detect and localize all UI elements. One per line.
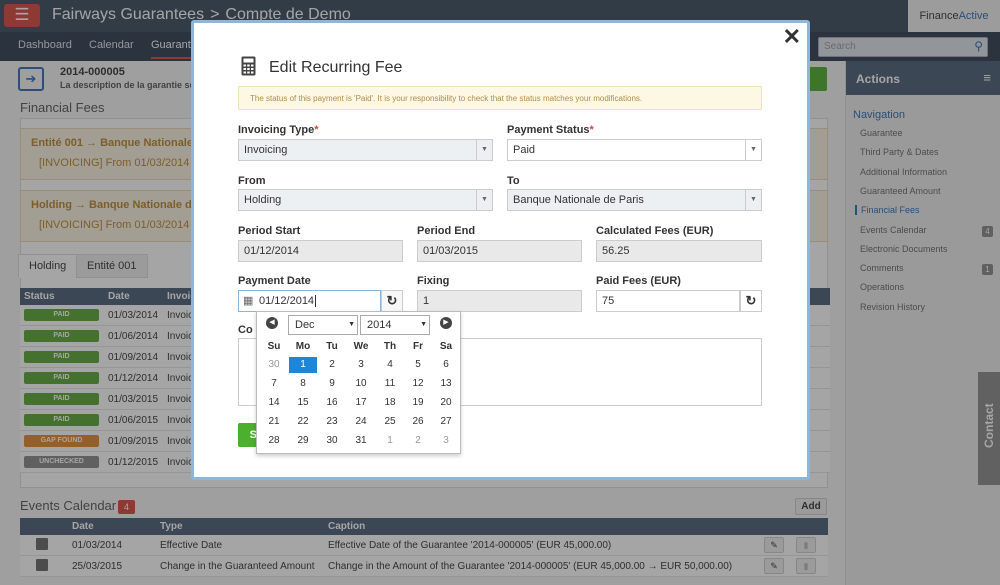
calculator-icon xyxy=(241,56,256,76)
calendar-day[interactable]: 3 xyxy=(347,357,375,373)
weekday-header: Th xyxy=(383,341,397,352)
calendar-day[interactable]: 23 xyxy=(318,414,346,430)
chevron-down-icon: ▼ xyxy=(348,321,355,328)
calendar-day[interactable]: 26 xyxy=(404,414,432,430)
calendar-day[interactable]: 8 xyxy=(289,376,317,392)
calendar-day[interactable]: 6 xyxy=(432,357,460,373)
fixing-field: 1 xyxy=(417,290,582,312)
period-end-label: Period End xyxy=(417,225,476,237)
calculated-fees-label: Calculated Fees (EUR) xyxy=(596,225,714,237)
payment-status-select[interactable]: Paid ▼ xyxy=(507,139,762,161)
calendar-day[interactable]: 20 xyxy=(432,395,460,411)
calendar-day[interactable]: 7 xyxy=(260,376,288,392)
period-start-field: 01/12/2014 xyxy=(238,240,403,262)
calculated-fees-field: 56.25 xyxy=(596,240,762,262)
from-select[interactable]: Holding ▼ xyxy=(238,189,493,211)
fixing-label: Fixing xyxy=(417,275,450,287)
payment-date-input[interactable]: ▦ 01/12/2014 xyxy=(238,290,381,312)
chevron-down-icon: ▼ xyxy=(745,190,761,210)
calendar-day[interactable]: 31 xyxy=(347,433,375,449)
calendar-day[interactable]: 25 xyxy=(376,414,404,430)
datepicker: ◀ Dec ▼ 2014 ▼ ▶ Su Mo Tu We Th Fr Sa 30 1 2 3 4 5 6 7 8 9… xyxy=(256,311,461,454)
paid-fees-input[interactable]: 75 xyxy=(596,290,740,312)
payment-status-label: Payment Status* xyxy=(507,124,594,136)
calendar-day[interactable]: 10 xyxy=(347,376,375,392)
period-start-label: Period Start xyxy=(238,225,301,237)
calendar-day[interactable]: 21 xyxy=(260,414,288,430)
calendar-day[interactable]: 28 xyxy=(260,433,288,449)
calendar-day[interactable]: 17 xyxy=(347,395,375,411)
paid-fees-label: Paid Fees (EUR) xyxy=(596,275,681,287)
weekday-header: Su xyxy=(267,341,281,352)
weekday-header: Fr xyxy=(413,341,423,352)
calendar-day[interactable]: 14 xyxy=(260,395,288,411)
calendar-icon[interactable]: ▦ xyxy=(243,294,253,307)
to-select[interactable]: Banque Nationale de Paris ▼ xyxy=(507,189,762,211)
chevron-down-icon: ▼ xyxy=(420,321,427,328)
payment-date-label: Payment Date xyxy=(238,275,311,287)
calendar-day[interactable]: 1 xyxy=(376,433,404,449)
invoicing-type-label: Invoicing Type* xyxy=(238,124,319,136)
chevron-down-icon: ▼ xyxy=(476,140,492,160)
status-warning: The status of this payment is 'Paid'. It… xyxy=(238,86,762,110)
calendar-day[interactable]: 9 xyxy=(318,376,346,392)
calendar-day[interactable]: 15 xyxy=(289,395,317,411)
year-select[interactable]: 2014 ▼ xyxy=(360,315,430,335)
comment-label: Co xyxy=(238,324,253,336)
calendar-day[interactable]: 12 xyxy=(404,376,432,392)
calendar-day[interactable]: 3 xyxy=(432,433,460,449)
calendar-day[interactable]: 13 xyxy=(432,376,460,392)
weekday-header: We xyxy=(353,341,369,352)
calendar-day[interactable]: 24 xyxy=(347,414,375,430)
weekday-header: Tu xyxy=(326,341,338,352)
calendar-day[interactable]: 16 xyxy=(318,395,346,411)
calendar-day[interactable]: 30 xyxy=(318,433,346,449)
chevron-down-icon: ▼ xyxy=(745,140,761,160)
weekday-header: Mo xyxy=(295,341,311,352)
calendar-day[interactable]: 2 xyxy=(318,357,346,373)
period-end-field: 01/03/2015 xyxy=(417,240,582,262)
calendar-day[interactable]: 19 xyxy=(404,395,432,411)
calendar-day[interactable]: 2 xyxy=(404,433,432,449)
modal-title: Edit Recurring Fee xyxy=(269,59,403,76)
weekday-header: Sa xyxy=(439,341,453,352)
reset-payment-date-button[interactable]: ↻ xyxy=(381,290,403,312)
reset-paid-fees-button[interactable]: ↻ xyxy=(740,290,762,312)
month-select[interactable]: Dec ▼ xyxy=(288,315,358,335)
to-label: To xyxy=(507,175,520,187)
from-label: From xyxy=(238,175,266,187)
invoicing-type-select[interactable]: Invoicing ▼ xyxy=(238,139,493,161)
selected-day[interactable]: 1 xyxy=(289,357,317,373)
calendar-day[interactable]: 30 xyxy=(260,357,288,373)
prev-month-icon[interactable]: ◀ xyxy=(266,317,278,329)
close-icon[interactable]: ✕ xyxy=(783,24,801,50)
calendar-day[interactable]: 27 xyxy=(432,414,460,430)
calendar-day[interactable]: 29 xyxy=(289,433,317,449)
calendar-day[interactable]: 22 xyxy=(289,414,317,430)
chevron-down-icon: ▼ xyxy=(476,190,492,210)
calendar-day[interactable]: 18 xyxy=(376,395,404,411)
calendar-day[interactable]: 11 xyxy=(376,376,404,392)
calendar-day[interactable]: 5 xyxy=(404,357,432,373)
next-month-icon[interactable]: ▶ xyxy=(440,317,452,329)
calendar-day[interactable]: 4 xyxy=(376,357,404,373)
